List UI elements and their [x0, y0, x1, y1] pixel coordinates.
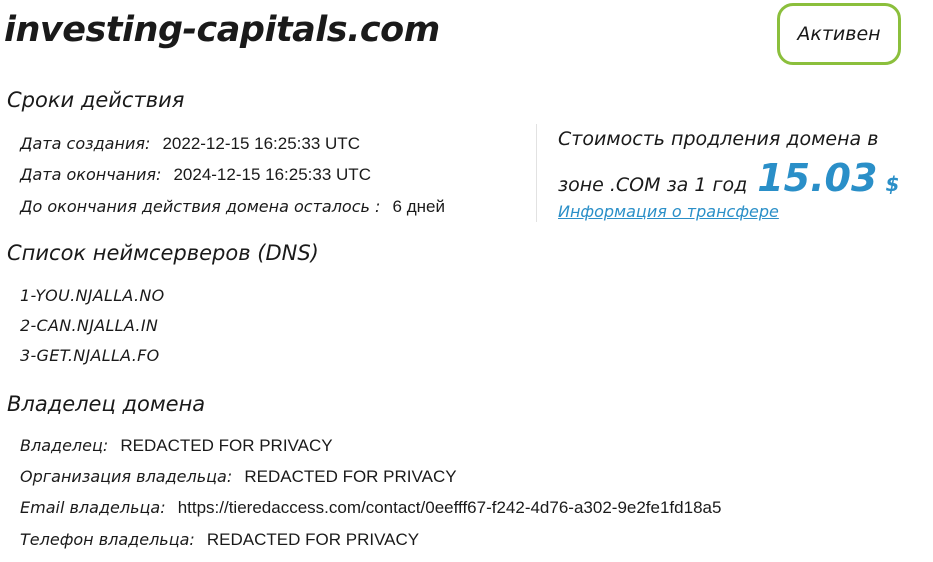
expiry-date-value: 2024-12-15 16:25:33 UTC: [173, 165, 371, 184]
transfer-info-link[interactable]: Информация о трансфере: [558, 202, 779, 221]
remaining-days-row: До окончания действия домена осталось : …: [20, 197, 445, 217]
renewal-price-text-line1: Стоимость продления домена в: [558, 128, 879, 150]
email-row: Email владельца: https://tieredaccess.co…: [20, 498, 721, 518]
validity-heading: Сроки действия: [7, 88, 185, 112]
created-date-value: 2022-12-15 16:25:33 UTC: [162, 134, 360, 153]
owner-row: Владелец: REDACTED FOR PRIVACY: [20, 436, 333, 456]
nameserver-item: 2-CAN.NJALLA.IN: [20, 316, 159, 335]
renewal-price-text-line2: зоне .COM за 1 год 15.03 $: [558, 156, 900, 200]
domain-name-title: investing-capitals.com: [4, 10, 440, 50]
vertical-divider: [536, 124, 537, 222]
organization-label: Организация владельца:: [20, 467, 233, 486]
renewal-zone-text: зоне .COM за 1 год: [558, 174, 748, 196]
nameservers-heading: Список неймсерверов (DNS): [7, 241, 319, 265]
organization-value: REDACTED FOR PRIVACY: [244, 467, 457, 486]
owner-value: REDACTED FOR PRIVACY: [120, 436, 333, 455]
owner-heading: Владелец домена: [7, 392, 206, 416]
phone-label: Телефон владельца:: [20, 530, 195, 549]
owner-label: Владелец:: [20, 436, 109, 455]
organization-row: Организация владельца: REDACTED FOR PRIV…: [20, 467, 457, 487]
expiry-date-label: Дата окончания:: [20, 165, 162, 184]
nameserver-item: 1-YOU.NJALLA.NO: [20, 286, 165, 305]
email-label: Email владельца:: [20, 498, 166, 517]
renewal-price-block: Стоимость продления домена в зоне .COM з…: [558, 124, 900, 221]
currency-symbol: $: [885, 172, 900, 196]
remaining-days-label: До окончания действия домена осталось :: [20, 197, 381, 216]
phone-row: Телефон владельца: REDACTED FOR PRIVACY: [20, 530, 419, 550]
phone-value: REDACTED FOR PRIVACY: [206, 530, 420, 549]
created-date-row: Дата создания: 2022-12-15 16:25:33 UTC: [20, 134, 360, 154]
remaining-days-value: 6 дней: [392, 197, 445, 216]
status-badge: Активен: [777, 3, 901, 65]
email-value: https://tieredaccess.com/contact/0eefff6…: [177, 498, 722, 517]
renewal-price-amount: 15.03: [757, 156, 878, 200]
nameserver-item: 3-GET.NJALLA.FO: [20, 346, 160, 365]
created-date-label: Дата создания:: [20, 134, 151, 153]
expiry-date-row: Дата окончания: 2024-12-15 16:25:33 UTC: [20, 165, 371, 185]
